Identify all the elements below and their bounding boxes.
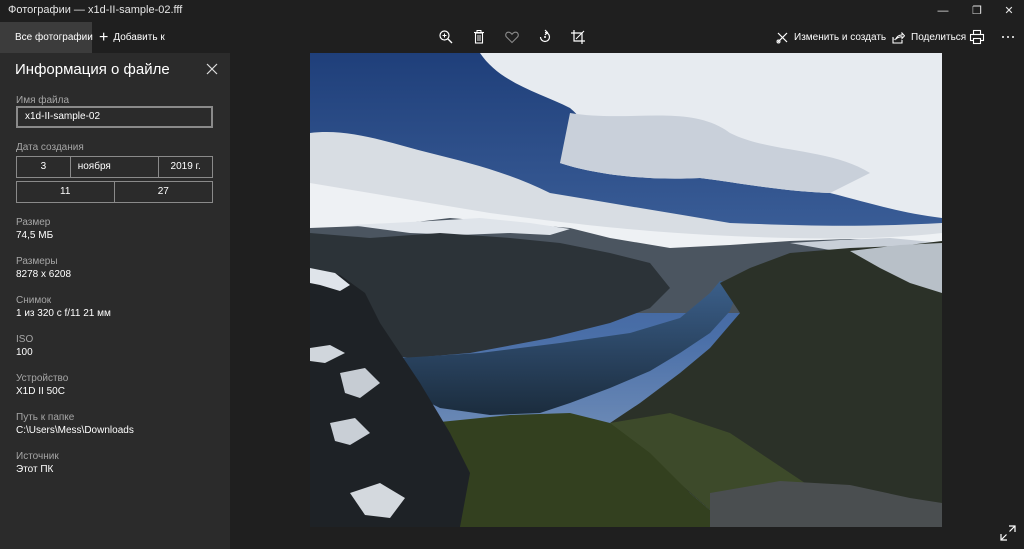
folder-label: Путь к папке: [16, 412, 75, 423]
more-options-icon[interactable]: [1000, 29, 1016, 45]
date-label: Дата создания: [16, 142, 84, 153]
file-info-panel: Информация о файле Имя файла x1d-II-samp…: [0, 53, 230, 549]
all-photos-label: Все фотографии: [15, 32, 93, 43]
shot-value: 1 из 320 с f/11 21 мм: [16, 308, 111, 319]
landscape-photo[interactable]: [310, 53, 942, 527]
year-select[interactable]: 2019 г.: [159, 157, 212, 177]
share-icon: [892, 31, 905, 44]
hour-select[interactable]: 11: [17, 182, 115, 202]
file-name-input[interactable]: x1d-II-sample-02: [16, 106, 213, 128]
device-label: Устройство: [16, 373, 69, 384]
dimensions-value: 8278 x 6208: [16, 269, 72, 280]
title-bar: Фотографии — x1d-II-sample-02.fff — ❐ ✕: [0, 0, 1024, 22]
edit-tools-icon: [776, 32, 788, 44]
device-value: X1D II 50C: [16, 386, 65, 397]
dimensions-label: Размеры: [16, 256, 58, 267]
print-icon[interactable]: [969, 29, 985, 45]
edit-create-label: Изменить и создать: [794, 32, 887, 43]
panel-title: Информация о файле: [15, 61, 170, 78]
size-value: 74,5 МБ: [16, 230, 54, 241]
minute-select[interactable]: 27: [115, 182, 213, 202]
share-button[interactable]: Поделиться: [892, 22, 966, 53]
size-label: Размер: [16, 217, 51, 228]
shot-label: Снимок: [16, 295, 52, 306]
time-picker[interactable]: 11 27: [16, 181, 213, 203]
window-title: Фотографии — x1d-II-sample-02.fff: [8, 4, 183, 16]
date-picker[interactable]: 3 ноября 2019 г.: [16, 156, 213, 178]
close-window-button[interactable]: ✕: [992, 0, 1024, 22]
crop-icon[interactable]: [570, 29, 586, 45]
plus-icon: +: [99, 28, 109, 46]
source-label: Источник: [16, 451, 59, 462]
minimize-button[interactable]: —: [926, 0, 960, 22]
fullscreen-icon[interactable]: [1000, 525, 1016, 541]
month-select[interactable]: ноября: [71, 157, 160, 177]
favorite-icon[interactable]: [504, 29, 520, 45]
iso-label: ISO: [16, 334, 34, 345]
folder-value[interactable]: C:\Users\Mess\Downloads: [16, 425, 134, 436]
delete-icon[interactable]: [471, 29, 487, 45]
maximize-button[interactable]: ❐: [960, 0, 994, 22]
edit-create-button[interactable]: Изменить и создать ⌄: [776, 22, 898, 53]
all-photos-button[interactable]: Все фотографии: [0, 22, 93, 53]
toolbar: Все фотографии + Добавить к Изменить и с…: [0, 22, 1024, 53]
share-label: Поделиться: [911, 32, 967, 43]
zoom-in-icon[interactable]: [438, 29, 454, 45]
source-value: Этот ПК: [16, 464, 54, 475]
photo-viewer: [230, 53, 1024, 549]
rotate-icon[interactable]: [537, 29, 553, 45]
add-to-button[interactable]: + Добавить к: [99, 22, 165, 53]
iso-value: 100: [16, 347, 33, 358]
close-icon[interactable]: [205, 62, 219, 76]
day-select[interactable]: 3: [17, 157, 71, 177]
file-name-label: Имя файла: [16, 95, 70, 106]
add-to-label: Добавить к: [113, 32, 165, 43]
